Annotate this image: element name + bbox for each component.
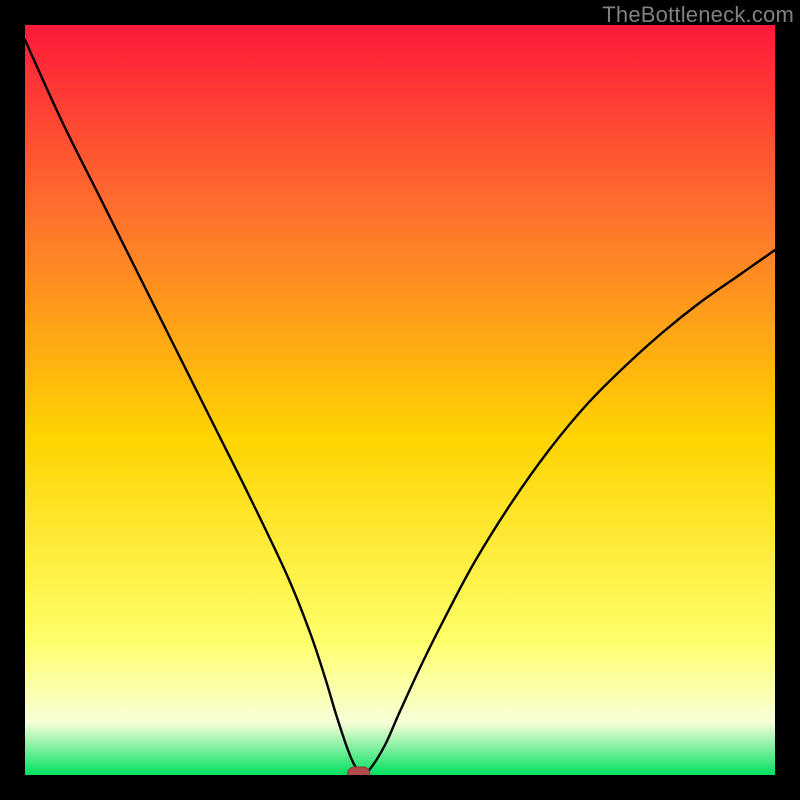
chart-frame: TheBottleneck.com (0, 0, 800, 800)
gradient-background (25, 25, 775, 775)
chart-svg (25, 25, 775, 775)
plot-area (25, 25, 775, 775)
watermark-text: TheBottleneck.com (602, 2, 794, 28)
optimum-marker (348, 767, 370, 775)
